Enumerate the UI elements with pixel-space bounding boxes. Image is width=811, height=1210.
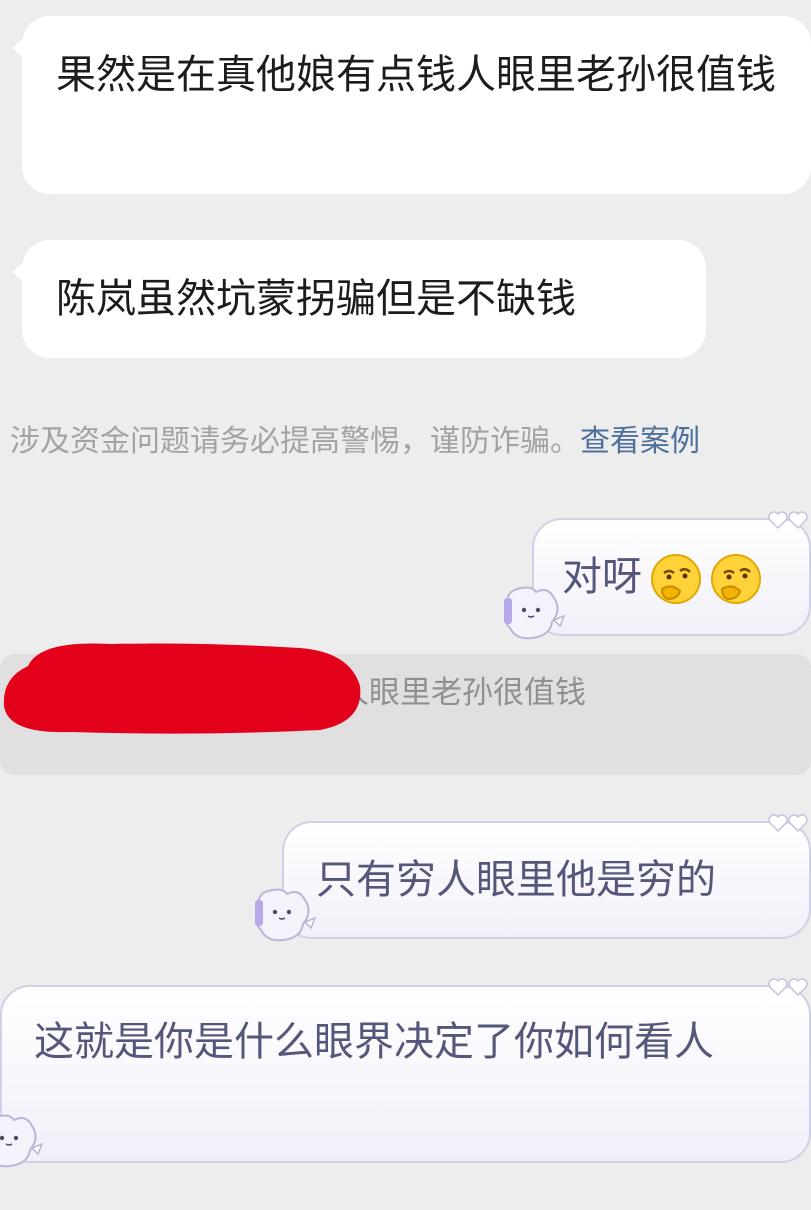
- mascot-decoration-icon: [504, 586, 566, 640]
- message-bubble-incoming[interactable]: 陈岚虽然坑蒙拐骗但是不缺钱: [12, 240, 706, 358]
- message-text: 这就是你是什么眼界决定了你如何看人: [34, 1019, 714, 1065]
- thinking-face-emoji: [711, 554, 761, 604]
- message-bubble-incoming[interactable]: 果然是在真他娘有点钱人眼里老孙很值钱: [12, 16, 811, 194]
- message-text: 陈岚虽然坑蒙拐骗但是不缺钱: [56, 276, 576, 322]
- message-text: 果然是在真他娘有点钱人眼里老孙很值钱: [56, 52, 776, 98]
- view-cases-link[interactable]: 查看案例: [580, 424, 700, 459]
- hearts-decoration-icon: [768, 814, 808, 833]
- redaction-mark: [3, 643, 361, 734]
- message-bubble-outgoing[interactable]: 只有穷人眼里他是穷的: [282, 814, 811, 939]
- message-bubble-outgoing[interactable]: 对呀: [532, 511, 811, 636]
- fraud-warning-text: 涉及资金问题请务必提高警惕，谨防诈骗。: [10, 424, 580, 459]
- fraud-warning-notice: 涉及资金问题请务必提高警惕，谨防诈骗。查看案例: [10, 418, 811, 466]
- hearts-decoration-icon: [768, 978, 808, 997]
- message-text: 对呀: [562, 554, 642, 600]
- hearts-decoration-icon: [768, 511, 808, 530]
- thinking-face-emoji: [651, 554, 701, 604]
- message-text: 只有穷人眼里他是穷的: [316, 857, 716, 903]
- mascot-decoration-icon: [0, 1114, 44, 1168]
- mascot-decoration-icon: [255, 888, 317, 942]
- message-bubble-incoming[interactable]: 这就是你是什么眼界决定了你如何看人: [0, 978, 811, 1163]
